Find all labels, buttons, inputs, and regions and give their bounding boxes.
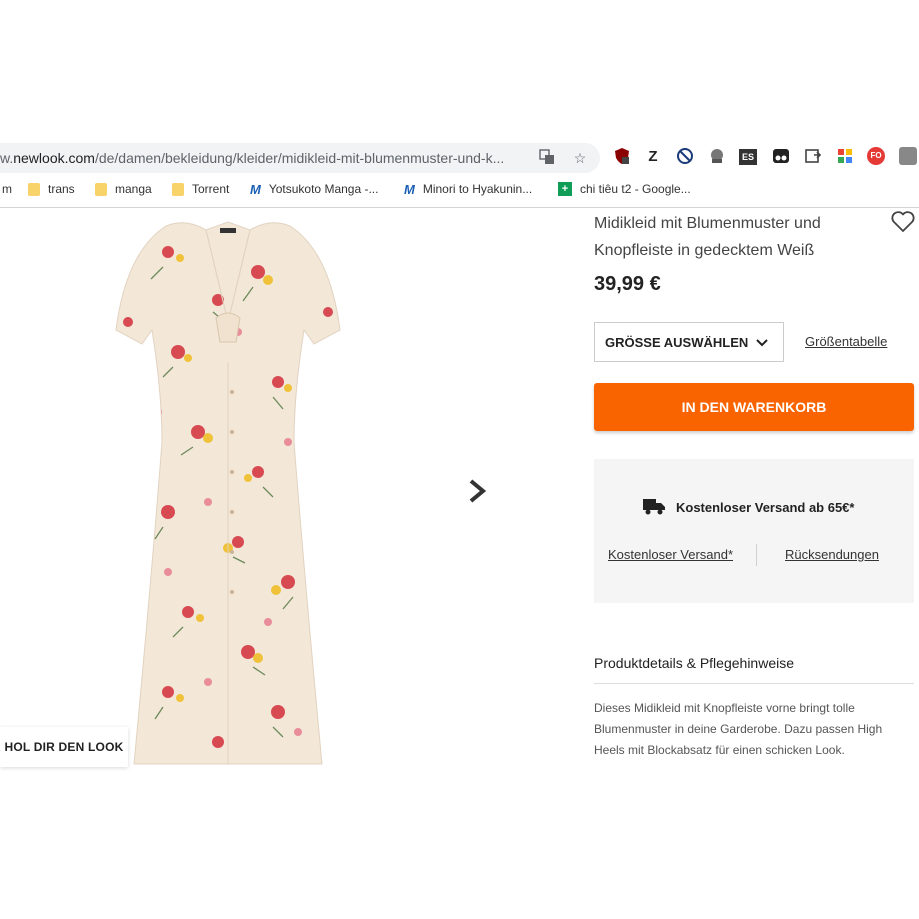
folder-icon bbox=[28, 182, 40, 196]
tampermonkey-icon[interactable] bbox=[771, 147, 791, 167]
top-blank-area bbox=[0, 0, 919, 142]
returns-link[interactable]: Rücksendungen bbox=[785, 547, 879, 562]
product-details-heading[interactable]: Produktdetails & Pflegehinweise bbox=[594, 655, 794, 671]
manga-logo-icon: M bbox=[250, 181, 261, 197]
translate-icon[interactable] bbox=[538, 149, 556, 167]
bookmark-item[interactable]: m bbox=[2, 180, 12, 198]
product-title: Midikleid mit Blumenmuster und Knopfleis… bbox=[594, 215, 821, 259]
bookmark-folder[interactable]: trans bbox=[28, 180, 75, 198]
bookmark-folder[interactable]: manga bbox=[95, 180, 152, 198]
free-shipping-link[interactable]: Kostenloser Versand* bbox=[608, 547, 733, 562]
next-image-arrow-icon[interactable] bbox=[464, 476, 492, 506]
bookmark-item[interactable]: M Minori to Hyakunin... bbox=[404, 180, 532, 198]
address-bar[interactable]: w.newlook.com/de/damen/bekleidung/kleide… bbox=[0, 143, 600, 173]
share-icon[interactable] bbox=[803, 147, 823, 167]
product-description: Dieses Midikleid mit Knopfleiste vorne b… bbox=[594, 701, 883, 757]
google-icon[interactable] bbox=[835, 147, 855, 167]
bookmark-item[interactable]: + chi tiêu t2 - Google... bbox=[558, 180, 691, 198]
wishlist-heart-icon[interactable] bbox=[890, 210, 916, 234]
bookmark-item[interactable]: M Yotsukoto Manga -... bbox=[250, 180, 378, 198]
folder-icon bbox=[172, 182, 184, 196]
ublock-icon[interactable] bbox=[612, 147, 632, 167]
shop-the-look-button[interactable]: HOL DIR DEN LOOK bbox=[0, 727, 128, 767]
url-text: w.newlook.com/de/damen/bekleidung/kleide… bbox=[0, 150, 505, 166]
free-shipping-info: Kostenloser Versand ab 65€* bbox=[642, 497, 854, 518]
add-to-cart-button[interactable]: IN DEN WARENKORB bbox=[594, 383, 914, 431]
manga-logo-icon: M bbox=[404, 181, 415, 197]
chevron-down-icon bbox=[755, 336, 769, 350]
zotero-icon[interactable]: Z bbox=[643, 147, 663, 167]
product-price: 39,99 € bbox=[594, 273, 661, 295]
spy-icon[interactable] bbox=[707, 147, 727, 167]
es-icon[interactable]: ES bbox=[739, 149, 757, 165]
fo-icon[interactable]: FO bbox=[867, 147, 885, 165]
separator bbox=[756, 544, 757, 566]
details-divider bbox=[594, 683, 914, 684]
block-icon[interactable] bbox=[675, 147, 695, 167]
size-table-link[interactable]: Größentabelle bbox=[805, 334, 887, 349]
product-image[interactable] bbox=[108, 212, 348, 772]
bookmark-folder[interactable]: Torrent bbox=[172, 180, 229, 198]
folder-icon bbox=[95, 182, 107, 196]
sheets-icon: + bbox=[558, 182, 572, 196]
shipping-panel: Kostenloser Versand ab 65€* Kostenloser … bbox=[594, 459, 914, 603]
toolbar-divider bbox=[0, 207, 919, 208]
truck-icon bbox=[642, 497, 666, 518]
avatar-icon[interactable] bbox=[899, 147, 917, 165]
size-select[interactable]: GRÖSSE AUSWÄHLEN bbox=[594, 322, 784, 362]
star-icon[interactable]: ☆ bbox=[571, 149, 589, 167]
